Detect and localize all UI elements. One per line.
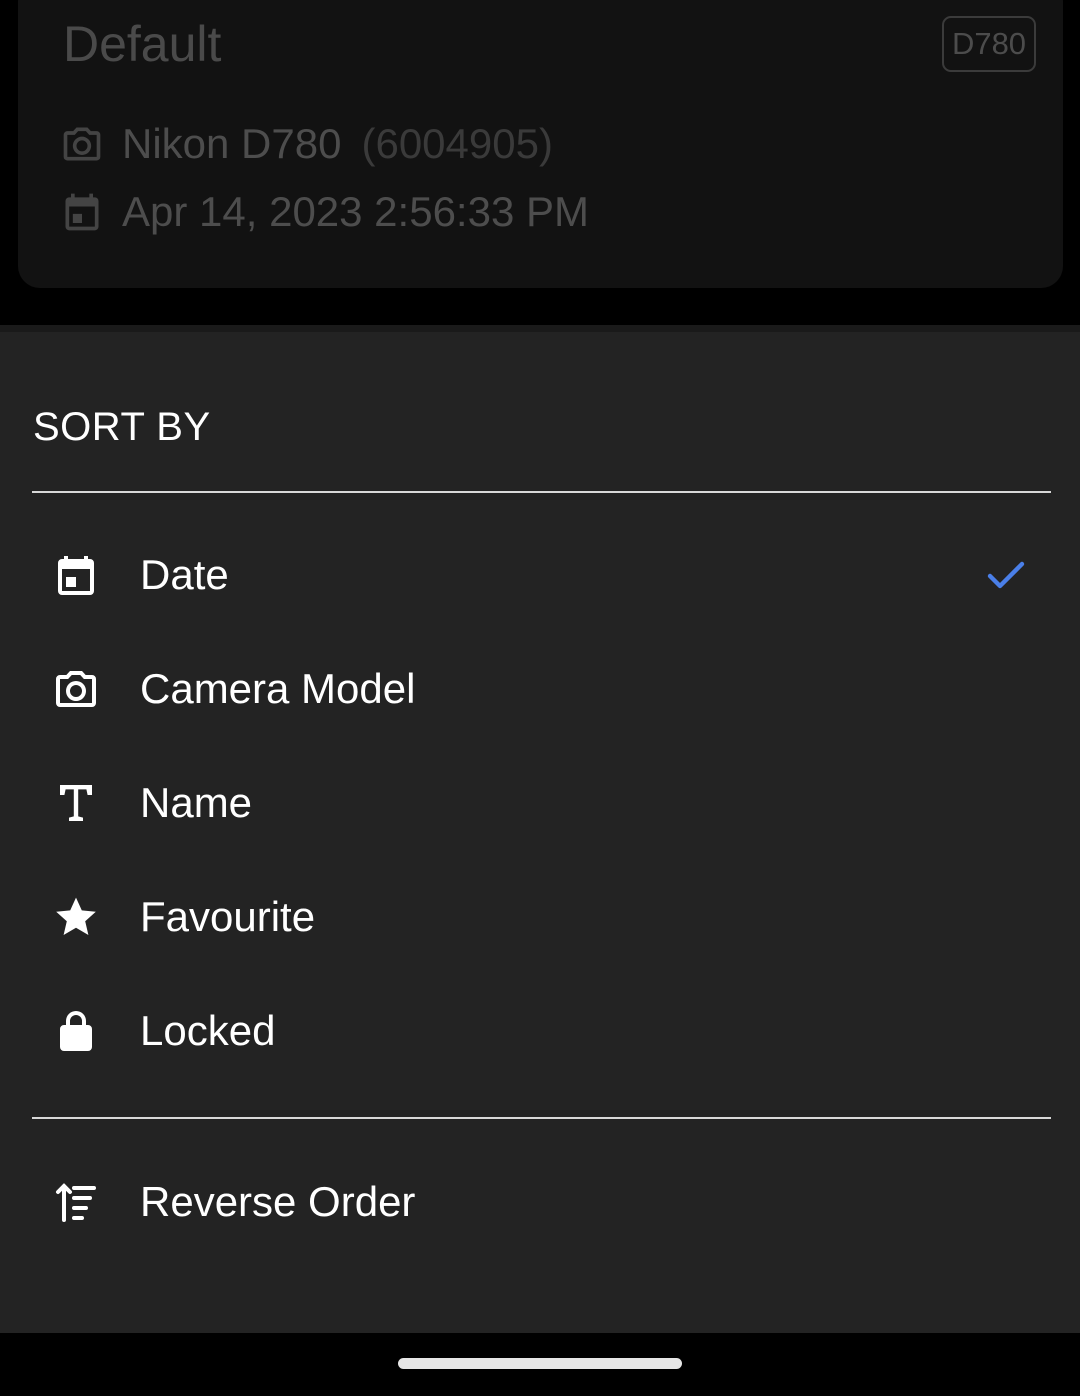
- sort-option-locked[interactable]: Locked: [0, 981, 1080, 1081]
- sort-option-name[interactable]: Name: [0, 753, 1080, 853]
- sheet-title: SORT BY: [33, 405, 211, 449]
- camera-icon: [60, 122, 104, 166]
- top-divider: [32, 491, 1051, 493]
- preset-date-row: Apr 14, 2023 2:56:33 PM: [60, 184, 589, 240]
- lock-icon: [52, 1007, 100, 1055]
- camera-badge: D780: [942, 16, 1036, 72]
- calendar-icon: [60, 190, 104, 234]
- text-icon: [52, 779, 100, 827]
- preset-camera-row: Nikon D780 (6004905): [60, 116, 553, 172]
- background-scrim: Default D780 Nikon D780 (6004905) Apr 14…: [0, 0, 1080, 325]
- sort-option-camera-model[interactable]: Camera Model: [0, 639, 1080, 739]
- bottom-divider: [32, 1117, 1051, 1119]
- home-gesture-handle[interactable]: [398, 1358, 682, 1369]
- sort-option-label: Date: [140, 551, 229, 598]
- sort-option-label: Favourite: [140, 893, 316, 940]
- preset-title: Default: [63, 16, 222, 72]
- camera-icon: [52, 665, 100, 713]
- sort-option-date[interactable]: Date: [0, 525, 1080, 625]
- reverse-order-label: Reverse Order: [140, 1178, 416, 1225]
- sort-option-favourite[interactable]: Favourite: [0, 867, 1080, 967]
- sort-option-label: Locked: [140, 1007, 276, 1054]
- checkmark-icon: [982, 551, 1030, 599]
- system-navigation-bar: [0, 1333, 1080, 1396]
- sort-option-label: Name: [140, 779, 253, 826]
- calendar-icon: [52, 551, 100, 599]
- star-icon: [52, 893, 100, 941]
- sort-option-label: Camera Model: [140, 665, 416, 712]
- preset-camera-serial: (6004905): [361, 120, 553, 167]
- reverse-order-toggle[interactable]: Reverse Order: [0, 1152, 1080, 1252]
- sort-ascending-icon: [52, 1178, 100, 1226]
- preset-camera-model: Nikon D780: [122, 120, 342, 167]
- sort-by-sheet: SORT BY Date Camera Model Name Favourite: [0, 325, 1080, 1333]
- preset-date: Apr 14, 2023 2:56:33 PM: [122, 188, 589, 235]
